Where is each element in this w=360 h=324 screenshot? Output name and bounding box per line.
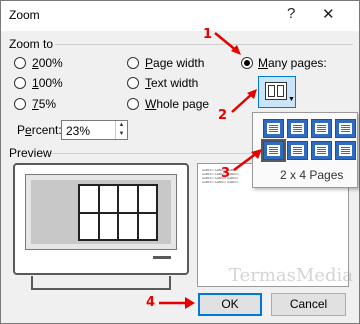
page-cell[interactable] (263, 119, 284, 138)
radio-page-width[interactable] (127, 57, 139, 69)
percent-value: 23% (66, 124, 91, 138)
many-pages-popup: 2 x 4 Pages (252, 112, 358, 188)
radio-whole-page-label: Whole page (145, 97, 210, 111)
radio-200[interactable] (14, 57, 26, 69)
watermark: TermasMedia (229, 265, 353, 286)
percent-input[interactable]: 23% ▲ ▼ (61, 120, 128, 140)
page-cell[interactable] (311, 141, 332, 160)
radio-page-width-label: Page width (145, 56, 205, 70)
radio-many-pages[interactable] (241, 57, 253, 69)
radio-75-label: 75% (32, 97, 57, 111)
pages-grid-label: 2 x 4 Pages (280, 168, 344, 182)
radio-whole-page[interactable] (127, 98, 139, 110)
radio-text-width[interactable] (127, 77, 139, 89)
page-cell[interactable] (311, 119, 332, 138)
cancel-button[interactable]: Cancel (271, 293, 346, 316)
zoom-to-divider (55, 44, 353, 45)
zoom-dialog: Zoom ? ✕ Zoom to 200% 100% 75% Page widt… (0, 0, 360, 324)
annotation-step-2: 2 (218, 108, 228, 123)
monitor-power-light (153, 256, 171, 259)
annotation-arrow-4 (159, 297, 195, 309)
page-cell[interactable] (335, 141, 356, 160)
preview-divider (51, 153, 251, 154)
annotation-step-3: 3 (221, 166, 231, 181)
annotation-step-4: 4 (146, 295, 156, 310)
radio-many-pages-label: Many pages: (258, 56, 327, 70)
title-bar: Zoom ? ✕ (1, 1, 359, 31)
page-cell[interactable] (335, 119, 356, 138)
annotation-arrow-3 (233, 149, 262, 172)
radio-100[interactable] (14, 77, 26, 89)
monitor-preview (13, 163, 189, 275)
help-button[interactable]: ? (287, 5, 295, 22)
radio-text-width-label: Text width (145, 76, 199, 90)
annotation-arrow-1 (214, 32, 241, 55)
multiple-pages-icon (265, 82, 287, 100)
monitor-screen (25, 174, 177, 250)
annotation-step-1: 1 (203, 27, 213, 42)
many-pages-button[interactable]: ▼ (258, 76, 296, 108)
preview-label: Preview (9, 146, 52, 160)
ok-button[interactable]: OK (198, 293, 262, 316)
chevron-down-icon: ▼ (288, 96, 295, 103)
page-cell[interactable] (287, 141, 308, 160)
page-cell[interactable] (261, 139, 286, 162)
monitor-stand (31, 276, 171, 290)
page-cell[interactable] (287, 119, 308, 138)
radio-200-label: 200% (32, 56, 63, 70)
close-button[interactable]: ✕ (322, 5, 335, 23)
zoom-to-label: Zoom to (9, 37, 54, 51)
percent-spinner[interactable]: ▲ ▼ (115, 121, 127, 139)
radio-75[interactable] (14, 98, 26, 110)
dialog-title: Zoom (9, 8, 40, 22)
page-layout-preview (78, 184, 158, 241)
radio-100-label: 100% (32, 76, 63, 90)
percent-label: Percent: (17, 123, 62, 137)
annotation-arrow-2 (231, 89, 257, 113)
